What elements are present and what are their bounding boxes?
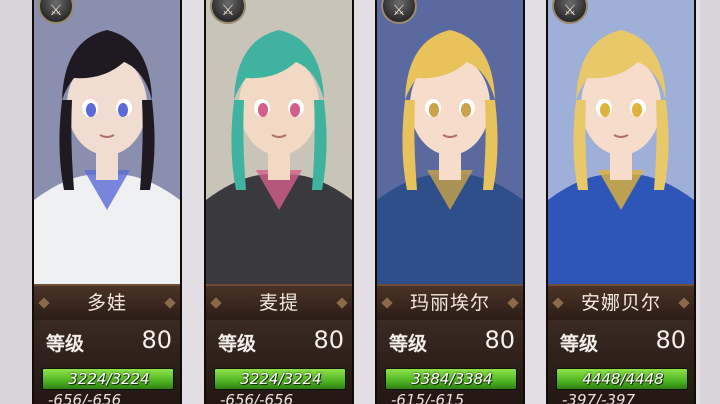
character-portrait xyxy=(206,0,352,290)
stats-panel: 等级 80 3224/3224 -656/-656 xyxy=(34,320,180,404)
level-value: 80 xyxy=(655,326,686,354)
hp-text: 3224/3224 xyxy=(68,370,150,388)
character-card[interactable]: ⚔ 多娃 等级 80 3224/3224 -656/-656 xyxy=(34,0,180,404)
stats-panel: 等级 80 4448/4448 -397/-397 xyxy=(548,320,694,404)
left-strip xyxy=(0,0,34,404)
level-label: 等级 xyxy=(218,333,257,355)
character-card[interactable]: ⚔ 麦提 等级 80 3224/3224 -656/-656 xyxy=(206,0,352,404)
hp-text: 3384/3384 xyxy=(411,370,493,388)
character-portrait xyxy=(548,0,694,290)
stats-panel: 等级 80 3384/3384 -615/-615 xyxy=(377,320,523,404)
hp-bar: 3224/3224 xyxy=(214,368,346,390)
level-value: 80 xyxy=(484,326,515,354)
level-label: 等级 xyxy=(389,333,428,355)
character-card[interactable]: ⚔ 玛丽埃尔 等级 80 3384/3384 -615/-615 xyxy=(377,0,523,404)
level-value: 80 xyxy=(141,326,172,354)
character-portrait xyxy=(377,0,523,290)
character-name: 安娜贝尔 xyxy=(548,284,694,322)
right-strip xyxy=(700,0,720,404)
secondary-stat-text: -397/-397 xyxy=(562,391,636,404)
hp-bar: 3224/3224 xyxy=(42,368,174,390)
hp-bar: 3384/3384 xyxy=(385,368,517,390)
secondary-stat-text: -615/-615 xyxy=(391,391,465,404)
hp-bar: 4448/4448 xyxy=(556,368,688,390)
character-name: 麦提 xyxy=(206,284,352,322)
character-name: 多娃 xyxy=(34,284,180,322)
level-label: 等级 xyxy=(560,333,599,355)
stats-panel: 等级 80 3224/3224 -656/-656 xyxy=(206,320,352,404)
secondary-stat-text: -656/-656 xyxy=(220,391,294,404)
character-portrait xyxy=(34,0,180,290)
secondary-stat-text: -656/-656 xyxy=(48,391,122,404)
hp-text: 4448/4448 xyxy=(582,370,664,388)
character-name: 玛丽埃尔 xyxy=(377,284,523,322)
level-label: 等级 xyxy=(46,333,85,355)
hp-text: 3224/3224 xyxy=(240,370,322,388)
level-value: 80 xyxy=(313,326,344,354)
character-card[interactable]: ⚔ 安娜贝尔 等级 80 4448/4448 -397/-397 xyxy=(548,0,694,404)
